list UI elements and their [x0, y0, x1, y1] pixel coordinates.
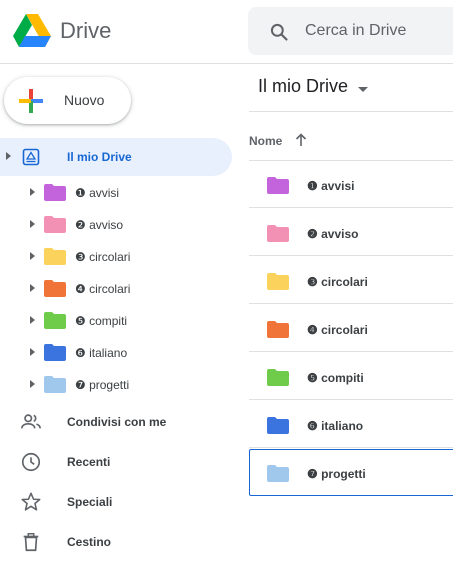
sidebar-item-label: Condivisi con me [67, 415, 167, 429]
sidebar-item-trash[interactable]: Cestino [0, 521, 230, 561]
sidebar-item-label: Speciali [67, 495, 113, 509]
sort-arrow-up-icon[interactable] [294, 132, 308, 148]
folder-icon [44, 344, 66, 361]
search-bar[interactable]: Cerca in Drive [248, 7, 453, 55]
folder-icon [267, 369, 289, 386]
folder-icon [267, 273, 289, 290]
file-name: ❷ avviso [307, 227, 359, 241]
sidebar-item-label: Il mio Drive [67, 150, 132, 164]
expand-arrow-icon[interactable] [30, 380, 35, 388]
file-row[interactable]: ❹ circolari [249, 305, 453, 352]
folder-icon [267, 177, 289, 194]
file-row[interactable]: ❶ avvisi [249, 161, 453, 208]
column-header-name[interactable]: Nome [249, 134, 282, 148]
my-drive-icon [22, 148, 40, 166]
file-name: ❼ progetti [307, 467, 366, 481]
expand-arrow-icon[interactable] [30, 220, 35, 228]
file-row[interactable]: ❷ avviso [249, 209, 453, 256]
folder-icon [44, 376, 66, 393]
file-row[interactable]: ❼ progetti [249, 449, 453, 496]
file-name: ❸ circolari [307, 275, 368, 289]
sidebar-item-my-drive[interactable]: Il mio Drive [0, 138, 232, 176]
file-row[interactable]: ❸ circolari [249, 257, 453, 304]
new-button[interactable]: Nuovo [4, 77, 131, 124]
expand-arrow-icon[interactable] [30, 316, 35, 324]
sidebar-folder-item[interactable]: ❸ circolari [0, 240, 230, 272]
header-divider [0, 63, 453, 64]
file-name: ❶ avvisi [307, 179, 355, 193]
folder-label: ❶ avvisi [75, 186, 120, 200]
sidebar-item-label: Cestino [67, 535, 112, 549]
sidebar-item-recent[interactable]: Recenti [0, 441, 230, 481]
people-icon [21, 414, 41, 429]
folder-label: ❻ italiano [75, 346, 128, 360]
expand-arrow-icon[interactable] [30, 348, 35, 356]
app-name: Drive [60, 18, 112, 43]
folder-icon [44, 216, 66, 233]
plus-icon [19, 89, 43, 113]
file-name: ❺ compiti [307, 371, 364, 385]
clock-icon [21, 452, 41, 472]
file-row[interactable]: ❻ italiano [249, 401, 453, 448]
trash-icon [23, 533, 39, 552]
search-input[interactable]: Cerca in Drive [305, 22, 406, 40]
folder-label: ❷ avviso [75, 218, 124, 232]
folder-icon [44, 248, 66, 265]
divider [249, 111, 453, 112]
folder-icon [267, 465, 289, 482]
sidebar-folder-item[interactable]: ❼ progetti [0, 368, 230, 400]
my-drive-title-dropdown[interactable]: Il mio Drive [258, 76, 368, 100]
folder-icon [267, 321, 289, 338]
folder-label: ❹ circolari [75, 282, 131, 296]
page-title: Il mio Drive [258, 76, 349, 96]
file-name: ❹ circolari [307, 323, 368, 337]
sidebar-item-starred[interactable]: Speciali [0, 481, 230, 521]
star-icon [21, 492, 41, 511]
sidebar-folder-item[interactable]: ❶ avvisi [0, 176, 230, 208]
sidebar-folder-item[interactable]: ❷ avviso [0, 208, 230, 240]
sidebar-folder-item[interactable]: ❺ compiti [0, 304, 230, 336]
drive-logo-icon [13, 14, 51, 47]
folder-label: ❸ circolari [75, 250, 131, 264]
folder-icon [267, 417, 289, 434]
folder-label: ❺ compiti [75, 314, 128, 328]
folder-icon [44, 184, 66, 201]
expand-arrow-icon[interactable] [30, 284, 35, 292]
search-icon[interactable] [269, 22, 289, 42]
folder-icon [267, 225, 289, 242]
sidebar-item-shared[interactable]: Condivisi con me [0, 401, 230, 441]
sidebar-item-label: Recenti [67, 455, 111, 469]
folder-label: ❼ progetti [75, 378, 130, 392]
sidebar-folder-item[interactable]: ❹ circolari [0, 272, 230, 304]
caret-down-icon [358, 87, 368, 92]
expand-arrow-icon[interactable] [6, 152, 11, 160]
expand-arrow-icon[interactable] [30, 188, 35, 196]
file-row[interactable]: ❺ compiti [249, 353, 453, 400]
sidebar-folder-item[interactable]: ❻ italiano [0, 336, 230, 368]
folder-icon [44, 280, 66, 297]
new-button-label: Nuovo [64, 92, 105, 108]
file-name: ❻ italiano [307, 419, 364, 433]
folder-icon [44, 312, 66, 329]
expand-arrow-icon[interactable] [30, 252, 35, 260]
